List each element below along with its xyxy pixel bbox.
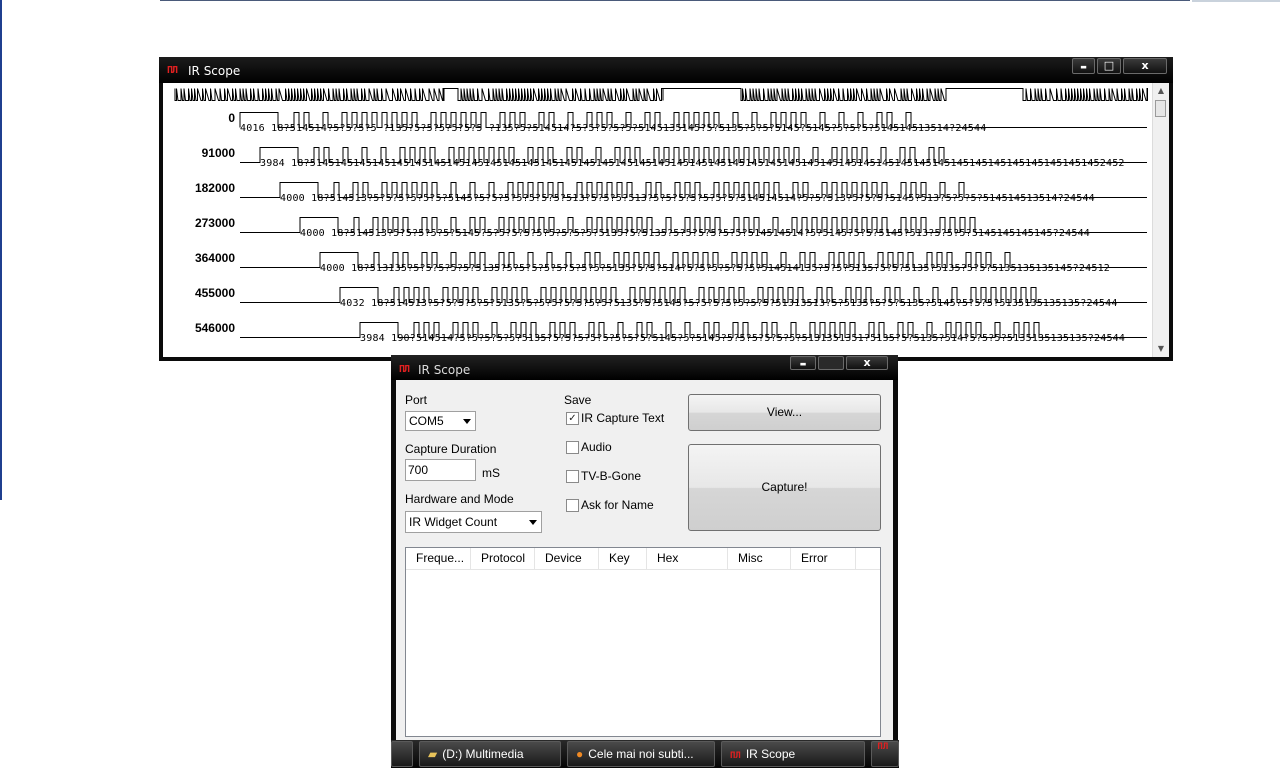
column-header[interactable]: Key [599, 548, 647, 569]
taskbar-item-firefox[interactable]: ● Cele mai noi subti... [567, 741, 715, 767]
chevron-down-icon [529, 520, 537, 525]
column-header[interactable]: Freque... [406, 548, 471, 569]
trace-timing-text: 4000 18?514513?5?5?5?5?5?5145?5?5?5?5?5?… [300, 228, 1091, 239]
maximize-icon: □ [1103, 59, 1115, 72]
maximize-button[interactable]: □ [1097, 58, 1121, 74]
ir-scope-icon: ΠЛ [167, 65, 178, 76]
save-option-label[interactable]: TV-B-Gone [581, 469, 641, 483]
window-title: IR Scope [188, 64, 241, 78]
minimize-button[interactable]: ▬ [1072, 58, 1095, 74]
dialog-titlebar[interactable]: ΠЛ IR Scope ▬ x [391, 355, 898, 380]
trace-timing-text: 4000 18?514513?5?5?5?5?5?5?5145?5?5?5?5?… [280, 193, 1095, 204]
ir-scope-window: ΠЛ IR Scope ▬ □ x 0 4016 18?514514?5?5?5?… [159, 57, 1173, 361]
vertical-scrollbar[interactable]: ▲ ▼ [1152, 83, 1169, 357]
hardware-mode-select[interactable]: IR Widget Count [405, 511, 542, 533]
scope-titlebar[interactable]: ΠЛ IR Scope ▬ □ x [159, 57, 1173, 83]
dialog-minimize-button[interactable]: ▬ [790, 356, 816, 370]
column-header[interactable]: Device [535, 548, 599, 569]
taskbar-item-label: IR Scope [745, 747, 796, 761]
taskbar-item-irscope[interactable]: ΠЛ IR Scope [721, 741, 865, 767]
capture-button[interactable]: Capture! [688, 444, 881, 531]
overview-waveform [174, 88, 1148, 101]
background-window-edge [160, 0, 1190, 1]
column-header[interactable]: Misc [728, 548, 791, 569]
taskbar-item-multimedia[interactable]: ▰ (D:) Multimedia [419, 741, 561, 767]
dialog-title: IR Scope [418, 363, 471, 377]
close-icon: x [863, 356, 871, 369]
save-option-label[interactable]: Ask for Name [581, 498, 654, 512]
trace-offset-label: 91000 [201, 146, 235, 160]
save-option-label[interactable]: IR Capture Text [581, 411, 664, 425]
capture-duration-input[interactable]: 700 [405, 459, 476, 481]
column-header[interactable]: Hex [647, 548, 728, 569]
save-option-label[interactable]: Audio [581, 440, 612, 454]
dialog-close-button[interactable]: x [846, 356, 888, 370]
trace-offset-label: 273000 [194, 216, 235, 230]
dialog-maximize-disabled [818, 356, 844, 370]
taskbar-item-label: Cele mai noi subti... [588, 747, 694, 761]
taskbar-overflow[interactable] [391, 741, 413, 767]
close-icon: x [1141, 59, 1149, 72]
background-window-edge-right [1192, 0, 1280, 2]
folder-icon: ▰ [428, 747, 438, 761]
trace-timing-text: 4032 18?514513?5?5?5?5?5?5135?5?5?5?5?5?… [340, 298, 1118, 309]
firefox-icon: ● [576, 747, 584, 761]
column-header[interactable]: Error [791, 548, 856, 569]
close-button[interactable]: x [1123, 58, 1167, 74]
port-select[interactable]: COM5 [405, 411, 476, 431]
minimize-icon: ▬ [799, 360, 807, 368]
tray-irscope-icon[interactable]: ΠЛ [871, 741, 899, 767]
trace-offset-label: 546000 [194, 321, 235, 335]
trace-timing-text: 3984 18?51451451451451451451451451451451… [260, 158, 1125, 169]
save-option-checkbox[interactable] [566, 470, 579, 483]
trace-offset-label: 182000 [194, 181, 235, 195]
taskbar-item-label: (D:) Multimedia [442, 747, 524, 761]
hardware-mode-label: Hardware and Mode [405, 492, 514, 506]
port-value: COM5 [409, 414, 444, 428]
scroll-down-arrow-icon[interactable]: ▼ [1153, 341, 1169, 357]
save-option-checkbox[interactable] [566, 499, 579, 512]
port-label: Port [405, 393, 428, 407]
trace-timing-text: 3984 190?514514?5?5?5?5?5?5135?5?5?5?5?5… [360, 333, 1126, 344]
capture-duration-label: Capture Duration [405, 442, 497, 456]
trace-timing-text: 4000 18?513135?5?5?5?5?5?5135?5?5?5?5?5?… [320, 263, 1111, 274]
trace-offset-label: 0 [228, 111, 235, 125]
column-header[interactable]: Protocol [471, 548, 535, 569]
scrollbar-thumb[interactable] [1155, 100, 1166, 117]
save-label: Save [564, 393, 592, 407]
taskbar: ▰ (D:) Multimedia ● Cele mai noi subti... … [391, 740, 899, 768]
irscope-icon: ΠЛ [730, 751, 741, 761]
waveform-area[interactable]: 0 4016 18?514514?5?5?5?5 ?135?5?5?5?5?5?5… [163, 83, 1169, 357]
trace-offset-label: 364000 [194, 251, 235, 265]
trace-offset-label: 455000 [194, 286, 235, 300]
save-option-checkbox[interactable] [566, 441, 579, 454]
ir-scope-icon: ΠЛ [399, 364, 410, 375]
view-button[interactable]: View... [688, 394, 881, 431]
save-option-checkbox[interactable]: ✓ [566, 412, 579, 425]
results-list[interactable]: Freque... Protocol Device Key Hex Misc Error [405, 547, 881, 737]
desktop-edge [0, 0, 2, 500]
capture-dialog: ΠЛ IR Scope ▬ x Port COM5 Capture Durati… [391, 355, 898, 740]
trace-timing-text: 4016 18?514514?5?5?5?5 ?135?5?5?5?5?5?5 … [240, 123, 987, 134]
results-header: Freque... Protocol Device Key Hex Misc Error [406, 548, 880, 570]
dialog-body: Port COM5 Capture Duration 700 mS Hardwa… [396, 380, 893, 740]
duration-unit: mS [482, 466, 500, 480]
minimize-icon: ▬ [1080, 63, 1087, 71]
scroll-up-arrow-icon[interactable]: ▲ [1153, 83, 1169, 99]
chevron-down-icon [463, 419, 471, 424]
hardware-mode-value: IR Widget Count [409, 515, 498, 529]
